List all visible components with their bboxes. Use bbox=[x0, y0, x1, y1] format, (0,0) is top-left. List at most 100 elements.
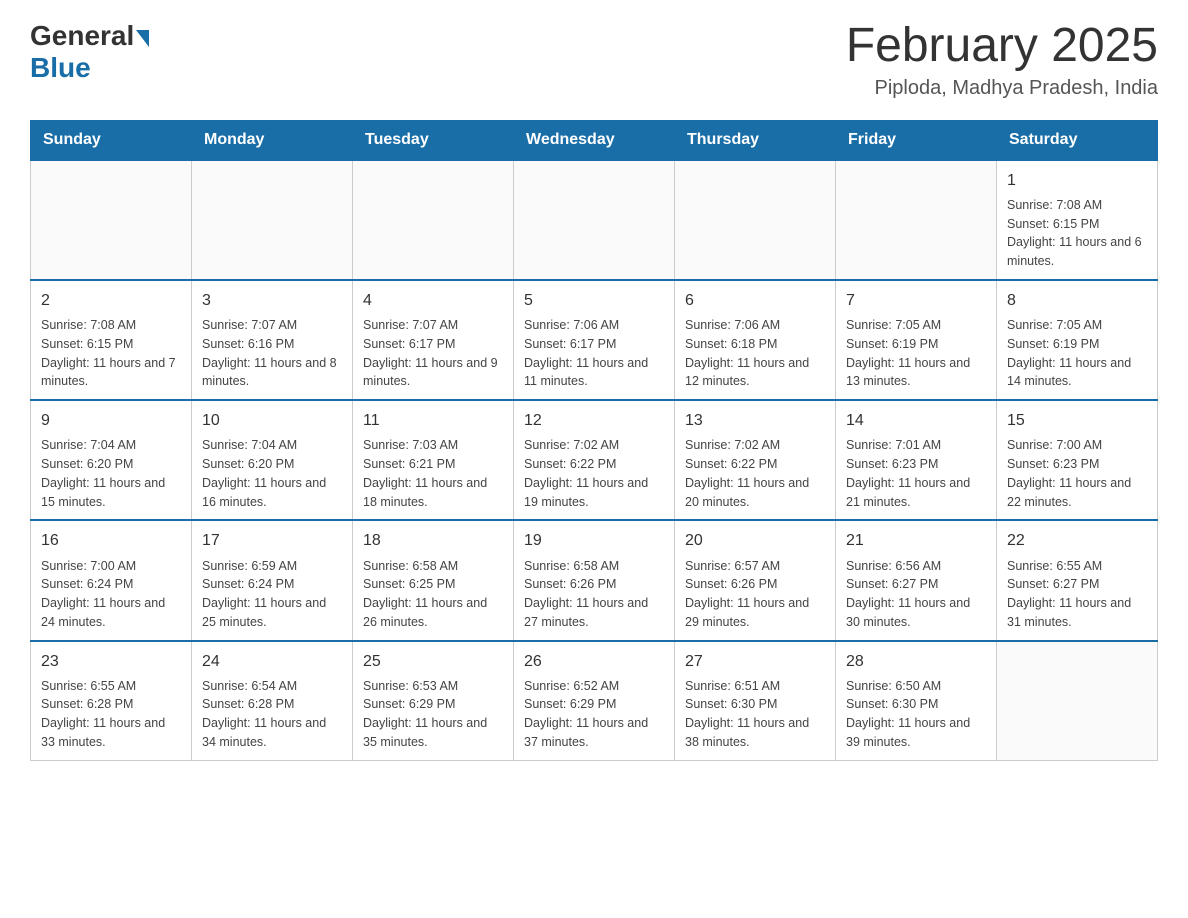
day-number: 18 bbox=[363, 529, 503, 552]
day-number: 4 bbox=[363, 289, 503, 312]
calendar-cell: 25 Sunrise: 6:53 AM Sunset: 6:29 PM Dayli… bbox=[353, 641, 514, 761]
col-thursday: Thursday bbox=[675, 120, 836, 160]
day-number: 11 bbox=[363, 409, 503, 432]
week-row-4: 23 Sunrise: 6:55 AM Sunset: 6:28 PM Dayli… bbox=[31, 641, 1158, 761]
calendar-cell: 8Sunrise: 7:05 AM Sunset: 6:19 PM Daylig… bbox=[997, 280, 1158, 400]
col-wednesday: Wednesday bbox=[514, 120, 675, 160]
day-number: 12 bbox=[524, 409, 664, 432]
calendar-header-row: Sunday Monday Tuesday Wednesday Thursday… bbox=[31, 120, 1158, 160]
day-number: 3 bbox=[202, 289, 342, 312]
day-info: Sunrise: 6:56 AM Sunset: 6:27 PM Dayligh… bbox=[846, 557, 986, 632]
calendar-cell: 5 Sunrise: 7:06 AM Sunset: 6:17 PM Daylig… bbox=[514, 280, 675, 400]
calendar-cell: 18 Sunrise: 6:58 AM Sunset: 6:25 PM Dayli… bbox=[353, 520, 514, 640]
day-number: 27 bbox=[685, 650, 825, 673]
day-info: Sunrise: 6:55 AM Sunset: 6:28 PM Dayligh… bbox=[41, 677, 181, 752]
title-block: February 2025 Piploda, Madhya Pradesh, I… bbox=[846, 20, 1158, 100]
calendar-cell: 24Sunrise: 6:54 AM Sunset: 6:28 PM Dayli… bbox=[192, 641, 353, 761]
col-monday: Monday bbox=[192, 120, 353, 160]
calendar-cell bbox=[353, 160, 514, 280]
day-info: Sunrise: 6:57 AM Sunset: 6:26 PM Dayligh… bbox=[685, 557, 825, 632]
day-number: 24 bbox=[202, 650, 342, 673]
calendar-cell: 22 Sunrise: 6:55 AM Sunset: 6:27 PM Dayli… bbox=[997, 520, 1158, 640]
day-info: Sunrise: 6:52 AM Sunset: 6:29 PM Dayligh… bbox=[524, 677, 664, 752]
week-row-1: 2 Sunrise: 7:08 AM Sunset: 6:15 PM Daylig… bbox=[31, 280, 1158, 400]
page-header: General Blue February 2025 Piploda, Madh… bbox=[30, 20, 1158, 100]
day-info: Sunrise: 6:55 AM Sunset: 6:27 PM Dayligh… bbox=[1007, 557, 1147, 632]
day-info: Sunrise: 7:00 AM Sunset: 6:24 PM Dayligh… bbox=[41, 557, 181, 632]
calendar-cell: 23 Sunrise: 6:55 AM Sunset: 6:28 PM Dayli… bbox=[31, 641, 192, 761]
day-info: Sunrise: 7:06 AM Sunset: 6:18 PM Dayligh… bbox=[685, 316, 825, 391]
calendar-cell: 4 Sunrise: 7:07 AM Sunset: 6:17 PM Daylig… bbox=[353, 280, 514, 400]
day-number: 20 bbox=[685, 529, 825, 552]
month-title: February 2025 bbox=[846, 20, 1158, 73]
calendar-cell: 10 Sunrise: 7:04 AM Sunset: 6:20 PM Dayli… bbox=[192, 400, 353, 520]
day-number: 23 bbox=[41, 650, 181, 673]
day-number: 28 bbox=[846, 650, 986, 673]
day-number: 9 bbox=[41, 409, 181, 432]
calendar-cell: 21 Sunrise: 6:56 AM Sunset: 6:27 PM Dayli… bbox=[836, 520, 997, 640]
calendar-cell: 7 Sunrise: 7:05 AM Sunset: 6:19 PM Daylig… bbox=[836, 280, 997, 400]
calendar-cell bbox=[997, 641, 1158, 761]
calendar-cell bbox=[192, 160, 353, 280]
calendar-cell: 11Sunrise: 7:03 AM Sunset: 6:21 PM Dayli… bbox=[353, 400, 514, 520]
location-text: Piploda, Madhya Pradesh, India bbox=[846, 77, 1158, 100]
day-info: Sunrise: 6:53 AM Sunset: 6:29 PM Dayligh… bbox=[363, 677, 503, 752]
col-tuesday: Tuesday bbox=[353, 120, 514, 160]
day-number: 1 bbox=[1007, 169, 1147, 192]
day-number: 25 bbox=[363, 650, 503, 673]
calendar-cell: 15 Sunrise: 7:00 AM Sunset: 6:23 PM Dayli… bbox=[997, 400, 1158, 520]
calendar-cell: 17 Sunrise: 6:59 AM Sunset: 6:24 PM Dayli… bbox=[192, 520, 353, 640]
day-number: 7 bbox=[846, 289, 986, 312]
day-number: 2 bbox=[41, 289, 181, 312]
calendar-cell bbox=[31, 160, 192, 280]
calendar-cell: 13Sunrise: 7:02 AM Sunset: 6:22 PM Dayli… bbox=[675, 400, 836, 520]
calendar-cell: 27 Sunrise: 6:51 AM Sunset: 6:30 PM Dayli… bbox=[675, 641, 836, 761]
col-saturday: Saturday bbox=[997, 120, 1158, 160]
week-row-0: 1 Sunrise: 7:08 AM Sunset: 6:15 PM Daylig… bbox=[31, 160, 1158, 280]
day-number: 19 bbox=[524, 529, 664, 552]
day-number: 15 bbox=[1007, 409, 1147, 432]
day-number: 17 bbox=[202, 529, 342, 552]
day-number: 10 bbox=[202, 409, 342, 432]
day-info: Sunrise: 7:07 AM Sunset: 6:16 PM Dayligh… bbox=[202, 316, 342, 391]
calendar-cell: 28 Sunrise: 6:50 AM Sunset: 6:30 PM Dayli… bbox=[836, 641, 997, 761]
calendar-cell: 9 Sunrise: 7:04 AM Sunset: 6:20 PM Daylig… bbox=[31, 400, 192, 520]
col-sunday: Sunday bbox=[31, 120, 192, 160]
day-number: 14 bbox=[846, 409, 986, 432]
day-number: 5 bbox=[524, 289, 664, 312]
day-info: Sunrise: 7:08 AM Sunset: 6:15 PM Dayligh… bbox=[1007, 196, 1147, 271]
day-info: Sunrise: 6:51 AM Sunset: 6:30 PM Dayligh… bbox=[685, 677, 825, 752]
calendar-cell bbox=[514, 160, 675, 280]
calendar-table: Sunday Monday Tuesday Wednesday Thursday… bbox=[30, 120, 1158, 761]
calendar-cell: 20 Sunrise: 6:57 AM Sunset: 6:26 PM Dayli… bbox=[675, 520, 836, 640]
logo-general: General bbox=[30, 20, 134, 52]
day-info: Sunrise: 7:07 AM Sunset: 6:17 PM Dayligh… bbox=[363, 316, 503, 391]
calendar-cell: 14 Sunrise: 7:01 AM Sunset: 6:23 PM Dayli… bbox=[836, 400, 997, 520]
day-info: Sunrise: 6:50 AM Sunset: 6:30 PM Dayligh… bbox=[846, 677, 986, 752]
calendar-cell: 12 Sunrise: 7:02 AM Sunset: 6:22 PM Dayli… bbox=[514, 400, 675, 520]
day-info: Sunrise: 7:05 AM Sunset: 6:19 PM Dayligh… bbox=[846, 316, 986, 391]
day-info: Sunrise: 7:04 AM Sunset: 6:20 PM Dayligh… bbox=[202, 436, 342, 511]
day-number: 21 bbox=[846, 529, 986, 552]
day-number: 6 bbox=[685, 289, 825, 312]
day-number: 22 bbox=[1007, 529, 1147, 552]
calendar-cell: 16 Sunrise: 7:00 AM Sunset: 6:24 PM Dayli… bbox=[31, 520, 192, 640]
calendar-cell bbox=[836, 160, 997, 280]
logo-blue: Blue bbox=[30, 52, 91, 84]
calendar-cell: 6 Sunrise: 7:06 AM Sunset: 6:18 PM Daylig… bbox=[675, 280, 836, 400]
day-info: Sunrise: 7:02 AM Sunset: 6:22 PM Dayligh… bbox=[524, 436, 664, 511]
logo-chevron-icon bbox=[136, 30, 149, 47]
day-info: Sunrise: 7:08 AM Sunset: 6:15 PM Dayligh… bbox=[41, 316, 181, 391]
day-info: Sunrise: 6:58 AM Sunset: 6:25 PM Dayligh… bbox=[363, 557, 503, 632]
day-info: Sunrise: 7:00 AM Sunset: 6:23 PM Dayligh… bbox=[1007, 436, 1147, 511]
calendar-cell: 1 Sunrise: 7:08 AM Sunset: 6:15 PM Daylig… bbox=[997, 160, 1158, 280]
day-number: 8 bbox=[1007, 289, 1147, 312]
day-number: 16 bbox=[41, 529, 181, 552]
day-info: Sunrise: 7:06 AM Sunset: 6:17 PM Dayligh… bbox=[524, 316, 664, 391]
day-info: Sunrise: 7:01 AM Sunset: 6:23 PM Dayligh… bbox=[846, 436, 986, 511]
day-info: Sunrise: 6:59 AM Sunset: 6:24 PM Dayligh… bbox=[202, 557, 342, 632]
day-info: Sunrise: 7:04 AM Sunset: 6:20 PM Dayligh… bbox=[41, 436, 181, 511]
week-row-2: 9 Sunrise: 7:04 AM Sunset: 6:20 PM Daylig… bbox=[31, 400, 1158, 520]
day-info: Sunrise: 6:58 AM Sunset: 6:26 PM Dayligh… bbox=[524, 557, 664, 632]
col-friday: Friday bbox=[836, 120, 997, 160]
